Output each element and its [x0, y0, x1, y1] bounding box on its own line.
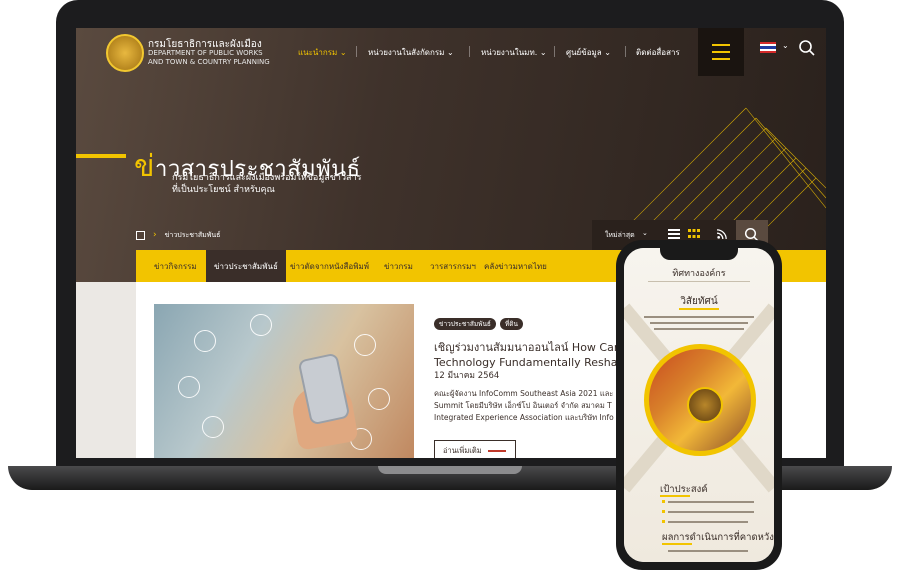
department-seal-icon	[687, 387, 723, 423]
chevron-down-icon[interactable]: ⌄	[642, 229, 648, 237]
breadcrumb: › ข่าวประชาสัมพันธ์	[136, 228, 220, 242]
network-icon	[250, 314, 272, 336]
read-more-button[interactable]: อ่านเพิ่มเติม	[434, 440, 516, 458]
accent-bar	[662, 543, 692, 545]
phone-screen: ทิศทางองค์กร วิสัยทัศน์ เป้าประสงค์ ผลกา…	[624, 248, 774, 562]
news-title[interactable]: เชิญร่วมงานสัมมนาออนไลน์ How Can Technolo…	[434, 338, 624, 369]
laptop-hinge-notch	[378, 466, 522, 474]
tab-interior-archive[interactable]: คลังข่าวมหาดไทย	[484, 250, 547, 282]
chevron-down-icon: ⌄	[604, 48, 611, 57]
grid-view-icon[interactable]	[688, 229, 700, 239]
logo-english-line1: DEPARTMENT OF PUBLIC WORKS	[148, 49, 263, 57]
content-side-panel	[76, 282, 136, 458]
accent-bar	[660, 495, 690, 497]
tab-pr-news[interactable]: ข่าวประชาสัมพันธ์	[206, 250, 286, 282]
department-logo[interactable]	[106, 34, 144, 72]
tab-department-news[interactable]: ข่าวกรม	[384, 250, 413, 282]
menu-item-interior-units[interactable]: หน่วยงานในมท. ⌄	[481, 46, 547, 59]
thai-flag-icon[interactable]	[760, 42, 776, 53]
network-icon	[178, 376, 200, 398]
logo-english-line2: AND TOWN & COUNTRY PLANNING	[148, 58, 270, 66]
chevron-down-icon[interactable]: ⌄	[782, 41, 789, 50]
sort-select[interactable]: ใหม่ล่าสุด	[605, 230, 635, 241]
tag-badge[interactable]: ที่ดิน	[500, 318, 523, 330]
device-mockup-stage: กรมโยธาธิการและผังเมือง DEPARTMENT OF PU…	[0, 0, 900, 578]
breadcrumb-current: ข่าวประชาสัมพันธ์	[164, 230, 221, 239]
text-line	[668, 550, 748, 552]
menu-item-data-center[interactable]: ศูนย์ข้อมูล ⌄	[566, 46, 611, 59]
news-thumbnail[interactable]	[154, 304, 414, 458]
chevron-right-icon: ›	[153, 230, 157, 240]
text-line	[668, 521, 748, 523]
news-date: 12 มีนาคม 2564	[434, 371, 500, 381]
search-icon[interactable]	[798, 39, 816, 57]
tab-newspaper-clips[interactable]: ข่าวตัดจากหนังสือพิมพ์	[290, 250, 369, 282]
menu-divider	[356, 46, 357, 57]
news-excerpt: คณะผู้จัดงาน InfoComm Southeast Asia 202…	[434, 389, 614, 422]
hero-accent-bar	[76, 154, 126, 158]
menu-divider	[469, 46, 470, 57]
organization-photo-circle	[644, 344, 756, 456]
network-icon	[368, 388, 390, 410]
bullet-icon	[662, 510, 665, 513]
menu-divider	[625, 46, 626, 57]
menu-item-affiliated-units[interactable]: หน่วยงานในสังกัดกรม ⌄	[368, 46, 454, 59]
menu-divider	[554, 46, 555, 57]
phone-notch	[660, 248, 738, 260]
menu-item-about[interactable]: แนะนำกรม ⌄	[298, 46, 347, 59]
bullet-icon	[662, 500, 665, 503]
menu-item-contact[interactable]: ติดต่อสื่อสาร	[636, 46, 680, 59]
network-icon	[194, 330, 216, 352]
network-icon	[202, 416, 224, 438]
arrow-line-icon	[487, 450, 506, 452]
list-view-icon[interactable]	[668, 229, 680, 239]
chevron-down-icon: ⌄	[339, 48, 347, 57]
tab-activity-news[interactable]: ข่าวกิจกรรม	[154, 250, 197, 282]
chevron-down-icon: ⌄	[539, 48, 547, 57]
text-line	[668, 501, 754, 503]
hero-subtitle: ที่เป็นประโยชน์ สำหรับคุณ	[172, 185, 275, 195]
home-icon[interactable]	[136, 230, 145, 240]
text-line	[668, 511, 754, 513]
tag-badge[interactable]: ข่าวประชาสัมพันธ์	[434, 318, 496, 330]
hamburger-menu-icon[interactable]	[698, 28, 744, 76]
network-icon	[354, 334, 376, 356]
tab-journal[interactable]: วารสารกรมฯ	[430, 250, 476, 282]
chevron-down-icon: ⌄	[446, 48, 454, 57]
bullet-icon	[662, 520, 665, 523]
rss-icon[interactable]	[716, 229, 728, 239]
